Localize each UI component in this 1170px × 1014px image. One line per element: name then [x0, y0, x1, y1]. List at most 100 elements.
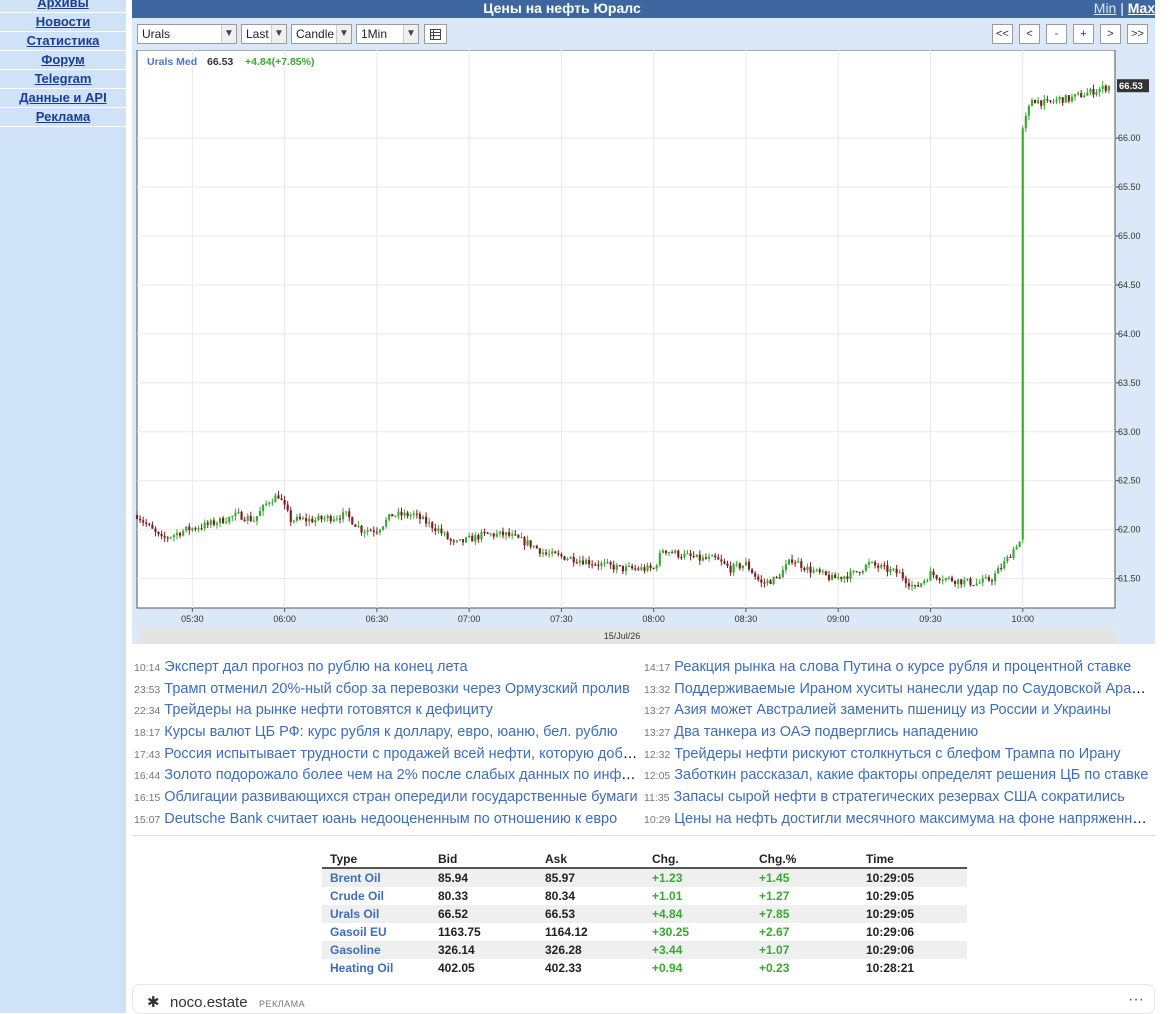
candle-body [609, 562, 612, 565]
zoom-in-button[interactable]: + [1073, 24, 1094, 44]
candle-body [987, 577, 990, 581]
candle-body [1046, 99, 1049, 101]
instrument-select[interactable]: Urals ▼ [137, 24, 237, 44]
news-item[interactable]: 11:35 Запасы сырой нефти в стратегических… [644, 787, 1149, 809]
nav-advertising[interactable]: Реклама [0, 108, 126, 127]
nav-archives[interactable]: Архивы [0, 0, 126, 13]
news-headline[interactable]: Трейдеры на рынке нефти готовятся к дефи… [164, 702, 493, 718]
news-item[interactable]: 13:27 Два танкера из ОАЭ подверглись напа… [644, 722, 1149, 744]
nav-telegram[interactable]: Telegram [0, 70, 126, 89]
news-headline[interactable]: Облигации развивающихся стран опередили … [164, 789, 637, 805]
page-title: Цены на нефть Юралс [483, 0, 641, 16]
quote-name[interactable]: Heating Oil [322, 959, 430, 977]
news-headline[interactable]: Трамп отменил 20%-ный сбор за перевозки … [164, 681, 630, 697]
candle-body [747, 561, 751, 570]
candle-body [947, 577, 951, 579]
news-headline[interactable]: Золото подорожало более чем на 2% после … [164, 767, 639, 783]
nav-prev-button[interactable]: < [1019, 24, 1040, 44]
table-row[interactable]: Brent Oil 85.94 85.97 +1.23 +1.45 10:29:… [322, 868, 967, 887]
news-headline[interactable]: Трейдеры нефти рискуют столкнуться с бле… [674, 746, 1120, 762]
candle-body [674, 550, 677, 553]
news-item[interactable]: 10:14 Эксперт дал прогноз по рублю на кон… [134, 657, 639, 679]
news-item[interactable]: 17:43 Россия испытывает трудности с прода… [134, 744, 639, 766]
news-headline[interactable]: Deutsche Bank считает юань недооцененным… [164, 811, 617, 827]
news-item[interactable]: 18:17 Курсы валют ЦБ РФ: курс рубля к дол… [134, 722, 639, 744]
candle-body [320, 515, 323, 520]
max-link[interactable]: Max [1128, 0, 1155, 16]
news-item[interactable]: 12:32 Трейдеры нефти рискуют столкнуться … [644, 744, 1149, 766]
main-content: Цены на нефть Юралс Min | Max Urals ▼ La… [132, 0, 1155, 1014]
nav-first-button[interactable]: << [992, 24, 1013, 44]
candle-body [923, 580, 926, 584]
news-item[interactable]: 13:32 Поддерживаемые Ираном хуситы нанесл… [644, 679, 1149, 701]
quote-change-pct: +1.27 [759, 889, 790, 903]
news-headline[interactable]: Заботкин рассказал, какие факторы опреде… [674, 767, 1148, 783]
news-item[interactable]: 12:05 Заботкин рассказал, какие факторы о… [644, 765, 1149, 787]
candle-body [821, 571, 824, 573]
news-item[interactable]: 22:34 Трейдеры на рынке нефти готовятся к… [134, 700, 639, 722]
quote-bid: 66.52 [430, 905, 537, 923]
candle-body [268, 502, 271, 504]
candlestick-chart[interactable]: 61.50 62.00 62.50 63.00 63.50 64.00 64.50 65.00… [132, 50, 1155, 644]
news-headline[interactable]: Курсы валют ЦБ РФ: курс рубля к доллару,… [164, 724, 617, 740]
candle-body [191, 528, 194, 531]
column-header: Chg.% [751, 850, 858, 869]
quote-name[interactable]: Crude Oil [322, 887, 430, 905]
news-headline[interactable]: Поддерживаемые Ираном хуситы нанесли уда… [674, 681, 1149, 697]
quote-name[interactable]: Gasoline [322, 941, 430, 959]
more-options-icon[interactable]: ··· [1128, 991, 1144, 1009]
candle-body [738, 563, 741, 569]
table-row[interactable]: Heating Oil 402.05 402.33 +0.94 +0.23 10… [322, 959, 967, 977]
zoom-out-button[interactable]: - [1046, 24, 1067, 44]
min-link[interactable]: Min [1094, 0, 1117, 16]
price-type-select[interactable]: Last ▼ [241, 24, 287, 44]
quote-name[interactable]: Brent Oil [322, 868, 430, 887]
news-item[interactable]: 10:29 Цены на нефть достигли месячного ма… [644, 809, 1149, 831]
column-header: Ask [537, 850, 644, 869]
news-item[interactable]: 23:53 Трамп отменил 20%-ный сбор за перев… [134, 679, 639, 701]
chart-type-select[interactable]: Candle ▼ [291, 24, 352, 44]
title-bar: Цены на нефть Юралс Min | Max [132, 0, 1155, 18]
news-headline[interactable]: Два танкера из ОАЭ подверглись нападению [674, 724, 978, 740]
candle-body [520, 537, 523, 539]
news-item[interactable]: 14:17 Реакция рынка на слова Путина о кур… [644, 657, 1149, 679]
news-item[interactable]: 15:07 Deutsche Bank считает юань недооцен… [134, 809, 639, 831]
ad-advertiser[interactable]: noco.estate [170, 994, 248, 1011]
news-headline[interactable]: Азия может Австралией заменить пшеницу и… [674, 702, 1111, 718]
news-item[interactable]: 13:27 Азия может Австралией заменить пшен… [644, 700, 1149, 722]
interval-select[interactable]: 1Min ▼ [356, 24, 419, 44]
news-headline[interactable]: Цены на нефть достигли месячного максиму… [674, 811, 1149, 827]
table-row[interactable]: Gasoline 326.14 326.28 +3.44 +1.07 10:29… [322, 941, 967, 959]
news-item[interactable]: 16:15 Облигации развивающихся стран опере… [134, 787, 639, 809]
news-item[interactable]: 16:44 Золото подорожало более чем на 2% п… [134, 765, 639, 787]
candle-body [953, 581, 957, 584]
table-row[interactable]: Crude Oil 80.33 80.34 +1.01 +1.27 10:29:… [322, 887, 967, 905]
candle-body [1055, 99, 1058, 102]
news-headline[interactable]: Запасы сырой нефти в стратегических резе… [674, 789, 1125, 805]
quote-name[interactable]: Urals Oil [322, 905, 430, 923]
candle-body [707, 556, 711, 559]
nav-forum[interactable]: Форум [0, 51, 126, 70]
nav-next-button[interactable]: > [1100, 24, 1121, 44]
quote-name[interactable]: Gasoil EU [322, 923, 430, 941]
news-headline[interactable]: Реакция рынка на слова Путина о курсе ру… [674, 659, 1131, 675]
quote-ask: 326.28 [537, 941, 644, 959]
x-tick-label: 08:30 [735, 614, 758, 624]
y-tick-label: 63.00 [1118, 427, 1141, 437]
table-row[interactable]: Urals Oil 66.52 66.53 +4.84 +7.85 10:29:… [322, 905, 967, 923]
quote-bid: 326.14 [430, 941, 537, 959]
news-headline[interactable]: Россия испытывает трудности с продажей в… [164, 746, 639, 762]
news-headline[interactable]: Эксперт дал прогноз по рублю на конец ле… [164, 659, 467, 675]
table-view-button[interactable] [424, 24, 447, 44]
candle-body [766, 580, 769, 583]
interval-select-value: 1Min [361, 27, 388, 41]
ad-banner[interactable]: ✱ noco.estate РЕКЛАМА ··· [132, 984, 1155, 1014]
candle-body [787, 559, 791, 565]
nav-data-api[interactable]: Данные и API [0, 89, 126, 108]
quote-time: 10:29:06 [866, 925, 915, 939]
table-row[interactable]: Gasoil EU 1163.75 1164.12 +30.25 +2.67 1… [322, 923, 967, 941]
nav-statistics[interactable]: Статистика [0, 32, 126, 51]
candle-body [984, 577, 987, 579]
nav-last-button[interactable]: >> [1127, 24, 1148, 44]
nav-news[interactable]: Новости [0, 13, 126, 32]
